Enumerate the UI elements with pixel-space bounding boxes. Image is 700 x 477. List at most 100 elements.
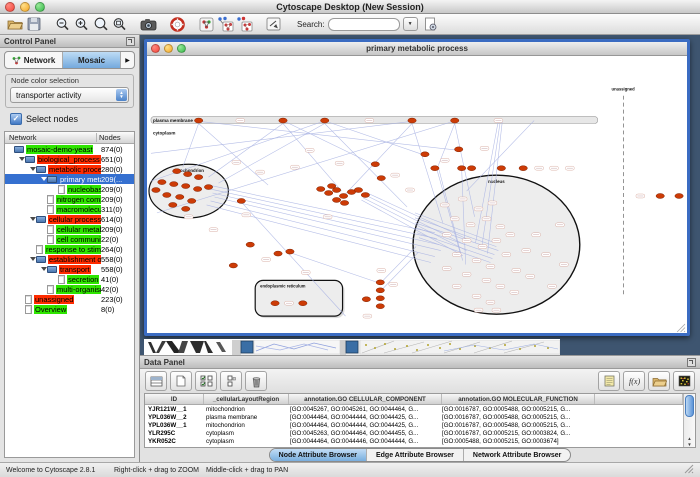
network-window-titlebar[interactable]: primary metabolic process: [147, 42, 687, 56]
tree-item-secretion[interactable]: secretion41(0): [5, 274, 134, 284]
tree-item-macromolecule[interactable]: macromolecule311(0): [5, 204, 134, 214]
apply-layout-button[interactable]: [216, 16, 235, 33]
graph-node[interactable]: [188, 198, 196, 203]
graph-node[interactable]: [246, 242, 254, 247]
select-nodes-checkbox[interactable]: ✓: [10, 113, 22, 125]
column-header-id[interactable]: ID: [145, 394, 204, 404]
graph-node[interactable]: [194, 118, 202, 123]
graph-node[interactable]: [274, 251, 282, 256]
save-session-button[interactable]: [24, 16, 43, 33]
expander-icon[interactable]: [40, 267, 47, 271]
graph-node[interactable]: [455, 147, 463, 152]
edge[interactable]: [285, 122, 375, 166]
graph-node[interactable]: [193, 187, 201, 192]
edge[interactable]: [183, 124, 199, 168]
search-config-button[interactable]: [421, 16, 440, 33]
cell[interactable]: mitochondrion: [203, 406, 287, 413]
graph-node[interactable]: [182, 206, 190, 211]
graph-node[interactable]: [271, 301, 279, 306]
graph-node[interactable]: [324, 191, 332, 196]
graph-node[interactable]: [204, 185, 212, 190]
search-dropdown-button[interactable]: ▼: [403, 17, 418, 31]
cell[interactable]: [GO:0044464, GO:0044444, GO:0044425, G..…: [287, 422, 439, 429]
unselect-attributes-button[interactable]: [220, 371, 242, 391]
import-attributes-button[interactable]: [648, 371, 670, 391]
expander-icon[interactable]: [29, 167, 36, 171]
attribute-grid-button[interactable]: [145, 371, 167, 391]
tree-item-metabolic-process[interactable]: metabolic process280(0): [5, 164, 134, 174]
tree-item-cellular-metabo[interactable]: cellular metabo209(0): [5, 224, 134, 234]
edge[interactable]: [207, 205, 431, 263]
graph-node[interactable]: [376, 280, 384, 285]
cell[interactable]: [GO:0044464, GO:0044444, GO:0044425, G..…: [287, 414, 439, 421]
table-row-ypl036w-1[interactable]: YPL036W__1mitochondrion[GO:0044464, GO:0…: [145, 421, 683, 429]
matrix-view-button[interactable]: [673, 371, 695, 391]
graph-node[interactable]: [279, 118, 287, 123]
edge[interactable]: [327, 122, 425, 156]
network-canvas[interactable]: plasma membranecytoplasmmitochondrionnuc…: [147, 56, 687, 333]
tab-node-attribute-browser[interactable]: Node Attribute Browser: [270, 449, 366, 461]
graph-node[interactable]: [184, 172, 192, 177]
cell[interactable]: YPL036W__2: [145, 414, 203, 421]
annotation-button[interactable]: [264, 16, 283, 33]
graph-node[interactable]: [340, 200, 348, 205]
graph-node[interactable]: [675, 194, 683, 199]
attribute-table-header[interactable]: ID_cellularLayoutRegionannotation.GO CEL…: [145, 394, 683, 405]
tree-item-establishment-of-lo[interactable]: establishment of lo558(0): [5, 254, 134, 264]
tree-item-transport[interactable]: transport558(0): [5, 264, 134, 274]
cell[interactable]: plasma membrane: [203, 414, 287, 421]
graph-node[interactable]: [519, 166, 527, 171]
tree-item-cellular-process[interactable]: cellular process614(0): [5, 214, 134, 224]
search-input[interactable]: [328, 18, 400, 31]
graph-node[interactable]: [321, 118, 329, 123]
delete-attribute-button[interactable]: [245, 371, 267, 391]
graph-node[interactable]: [152, 188, 160, 193]
tree-item-cell-communicat[interactable]: cell communicat22(0): [5, 234, 134, 244]
graph-node[interactable]: [421, 152, 429, 157]
table-row-ydr039c-1[interactable]: YDR039C__1mitochondrion[GO:0044464, GO:0…: [145, 446, 683, 447]
tree-item-overview[interactable]: Overview8(0): [5, 304, 134, 314]
graph-node[interactable]: [362, 297, 370, 302]
table-scrollbar[interactable]: ▲▼: [683, 394, 695, 447]
formula-builder-button[interactable]: f(x): [623, 371, 645, 391]
graph-node[interactable]: [497, 166, 505, 171]
canvas-resize-grip[interactable]: [677, 324, 685, 332]
tab-network-attribute-browser[interactable]: Network Attribute Browser: [463, 449, 570, 461]
graph-node[interactable]: [194, 175, 202, 180]
tree-item-unassigned[interactable]: unassigned223(0): [5, 294, 134, 304]
table-row-yjr121w-1[interactable]: YJR121W__1mitochondrion[GO:0045267, GO:0…: [145, 405, 683, 413]
node-color-combobox[interactable]: transporter activity ▲▼: [10, 87, 129, 103]
tab-edge-attribute-browser[interactable]: Edge Attribute Browser: [366, 449, 463, 461]
snapshot-button[interactable]: [139, 16, 158, 33]
graph-node[interactable]: [339, 194, 347, 199]
graph-node[interactable]: [431, 166, 439, 171]
resize-grip[interactable]: [684, 464, 694, 476]
column-header-annotation-go-molecular-function[interactable]: annotation.GO MOLECULAR_FUNCTION: [442, 394, 595, 404]
tree-item-response-to-stimul[interactable]: response to stimul264(0): [5, 244, 134, 254]
expander-icon[interactable]: [40, 177, 47, 181]
cell[interactable]: [GO:0016787, GO:0005488, GO:0005215, G..…: [439, 422, 591, 429]
tab-mosaic[interactable]: Mosaic: [63, 52, 121, 68]
graph-node[interactable]: [163, 193, 171, 198]
graph-node[interactable]: [317, 187, 325, 192]
graph-node[interactable]: [371, 162, 379, 167]
graph-node[interactable]: [361, 193, 369, 198]
tree-item-multi-organism-pro[interactable]: multi-organism pro42(0): [5, 284, 134, 294]
network-overview-button[interactable]: [197, 16, 216, 33]
help-button[interactable]: [168, 16, 187, 33]
graph-node[interactable]: [332, 197, 340, 202]
new-attribute-button[interactable]: [170, 371, 192, 391]
expander-icon[interactable]: [18, 157, 25, 161]
network-graph[interactable]: plasma membranecytoplasmmitochondrionnuc…: [147, 56, 687, 333]
edge[interactable]: [290, 253, 380, 284]
tree-item-primary-metabo[interactable]: primary metabo209(...: [5, 174, 134, 184]
cell[interactable]: YLR295C: [145, 430, 203, 437]
graph-node[interactable]: [170, 182, 178, 187]
edge[interactable]: [344, 124, 412, 196]
table-row-ykr052c[interactable]: YKR052Ccytoplasm[GO:0044464, GO:0044446,…: [145, 438, 683, 446]
zoom-selected-button[interactable]: [91, 16, 110, 33]
graph-node[interactable]: [656, 194, 664, 199]
graph-node[interactable]: [458, 166, 466, 171]
graph-node[interactable]: [237, 198, 245, 203]
zoom-in-button[interactable]: [72, 16, 91, 33]
